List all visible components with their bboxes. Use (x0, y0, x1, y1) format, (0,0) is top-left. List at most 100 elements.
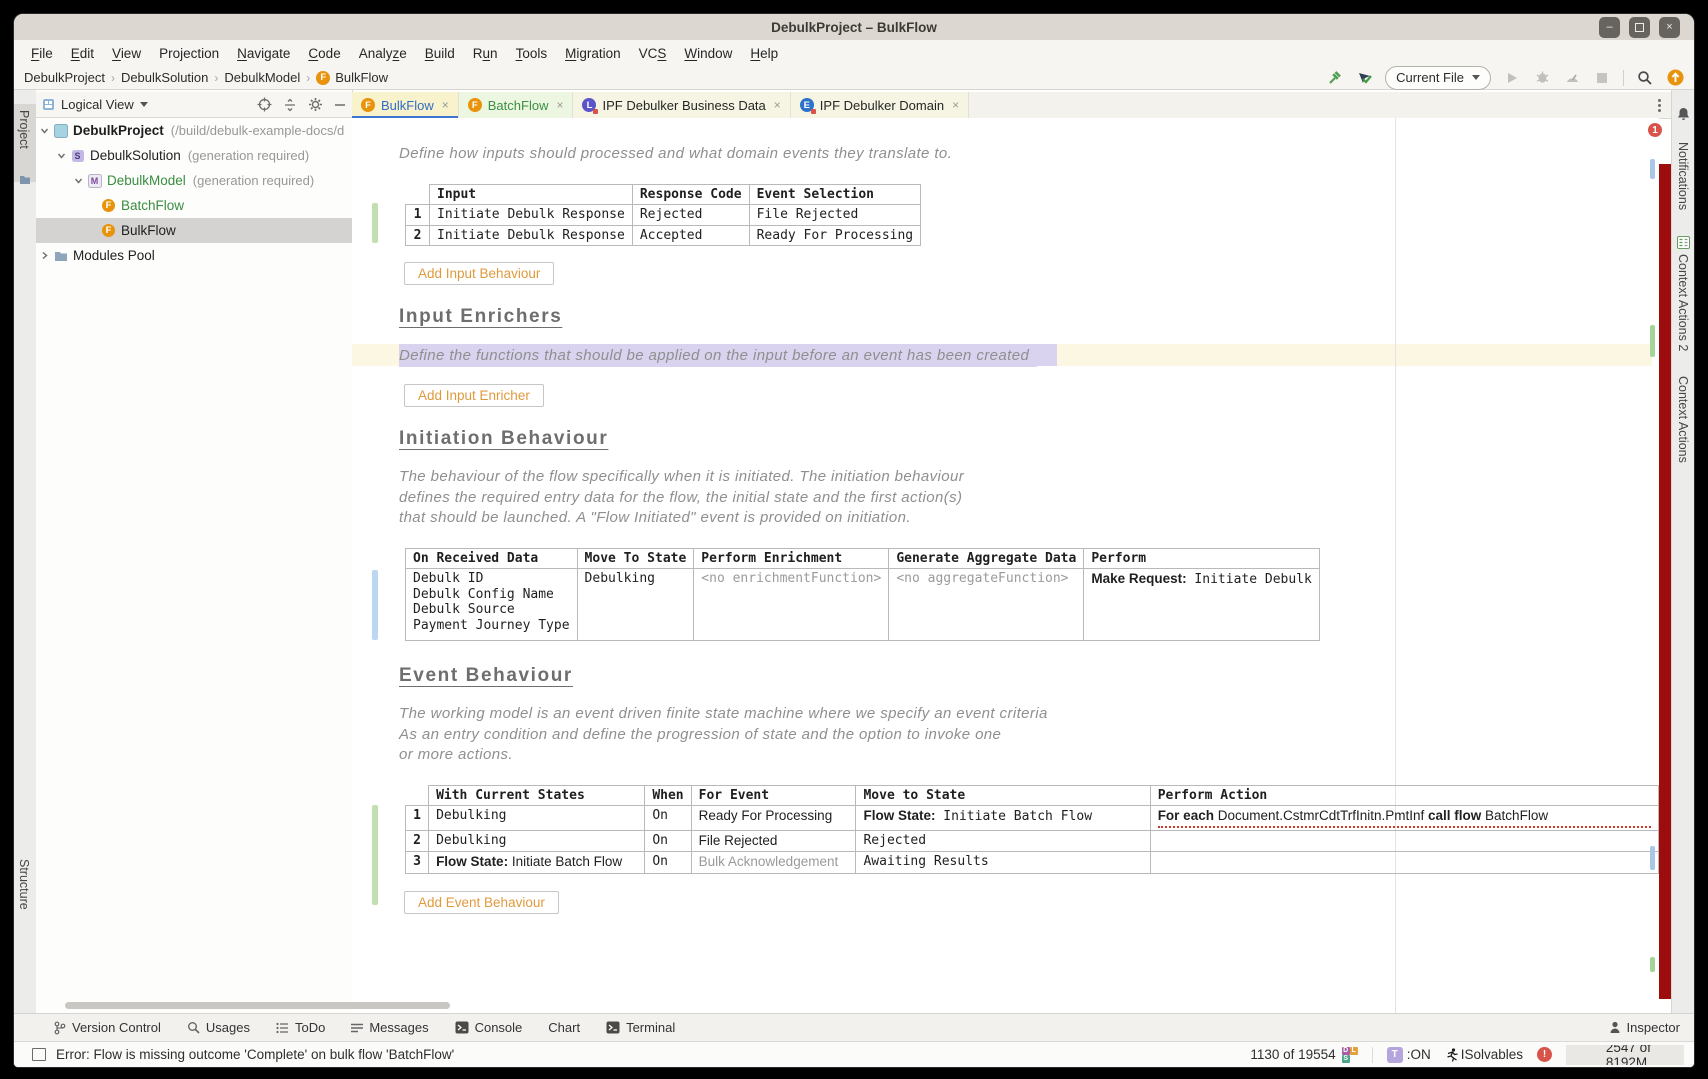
table-cell[interactable]: Debulking (429, 830, 645, 852)
add-input-enricher-button[interactable]: Add Input Enricher (404, 384, 544, 407)
menu-migration[interactable]: Migration (556, 46, 630, 61)
tool-stripe-project[interactable]: Project (17, 110, 31, 149)
menu-code[interactable]: Code (299, 46, 349, 61)
menu-window[interactable]: Window (675, 46, 741, 61)
tool-stripe-notifications[interactable]: Notifications (1676, 142, 1690, 210)
editor-tab-ipf-debulker-domain[interactable]: EIPF Debulker Domain× (791, 92, 969, 118)
table-cell[interactable]: On (645, 852, 691, 874)
close-icon[interactable]: × (774, 98, 781, 112)
run-icon[interactable] (1503, 69, 1521, 87)
search-everywhere-icon[interactable] (1636, 69, 1654, 87)
settings-gear-icon[interactable] (308, 97, 323, 112)
toolwindow-chart[interactable]: Chart (548, 1020, 580, 1035)
table-cell[interactable]: Ready For Processing (749, 225, 921, 246)
toolwindow-version-control[interactable]: Version Control (54, 1020, 161, 1035)
toolwindow-todo[interactable]: ToDo (276, 1020, 325, 1035)
tool-stripe-context-actions-2[interactable]: Context Actions 2 (1676, 254, 1690, 351)
breadcrumb-item[interactable]: DebulkSolution (121, 70, 208, 85)
stop-icon[interactable] (1593, 69, 1611, 87)
table-cell[interactable]: Flow State: Initiate Batch Flow (856, 806, 1150, 831)
maximize-button[interactable] (1629, 17, 1650, 38)
stripe-mark[interactable] (1650, 159, 1655, 179)
collapse-all-icon[interactable] (283, 98, 297, 112)
tool-stripe-context-actions[interactable]: Context Actions (1676, 376, 1690, 463)
table-cell[interactable] (1150, 852, 1658, 874)
table-cell[interactable]: Debulking (577, 569, 694, 641)
table-cell[interactable] (1150, 830, 1658, 852)
editor-tab-ipf-debulker-business-data[interactable]: LIPF Debulker Business Data× (573, 92, 790, 118)
toolwindow-messages[interactable]: Messages (351, 1020, 428, 1035)
tab-list-icon[interactable] (1656, 97, 1663, 114)
hide-panel-icon[interactable] (334, 99, 346, 111)
table-cell[interactable]: <no aggregateFunction> (889, 569, 1084, 641)
folder-icon[interactable] (19, 174, 31, 185)
toolwindow-terminal[interactable]: Terminal (606, 1020, 675, 1035)
tree-item-debulkproject[interactable]: DebulkProject(/build/debulk-example-docs… (36, 118, 352, 143)
table-cell[interactable]: On (645, 830, 691, 852)
menu-tools[interactable]: Tools (507, 46, 557, 61)
table-cell[interactable]: On (645, 806, 691, 831)
window-layout-icon[interactable] (32, 1048, 46, 1061)
build-check-icon[interactable] (1355, 69, 1373, 87)
close-icon[interactable]: × (952, 98, 959, 112)
breadcrumb-item[interactable]: DebulkModel (224, 70, 300, 85)
run-configuration-select[interactable]: Current File (1385, 66, 1491, 90)
menu-edit[interactable]: Edit (62, 46, 103, 61)
table-cell[interactable]: Awaiting Results (856, 852, 1150, 874)
menu-build[interactable]: Build (416, 46, 464, 61)
toolwindow-inspector[interactable]: Inspector (1609, 1020, 1680, 1035)
editor-tab-batchflow[interactable]: FBatchFlow× (459, 92, 574, 118)
tree-item-debulksolution[interactable]: SDebulkSolution(generation required) (36, 143, 352, 168)
chevron-down-icon[interactable] (72, 175, 84, 187)
table-cell[interactable]: File Rejected (749, 205, 921, 226)
add-event-behaviour-button[interactable]: Add Event Behaviour (404, 891, 559, 914)
menu-help[interactable]: Help (741, 46, 787, 61)
table-cell[interactable]: Rejected (856, 830, 1150, 852)
error-scroll-stripe[interactable] (1659, 164, 1671, 999)
horizontal-scrollbar[interactable] (65, 1002, 450, 1009)
menu-file[interactable]: File (22, 46, 62, 61)
table-cell[interactable]: Rejected (632, 205, 749, 226)
build-hammer-icon[interactable] (1325, 69, 1343, 87)
update-available-icon[interactable] (1666, 69, 1684, 87)
menu-analyze[interactable]: Analyze (350, 46, 416, 61)
table-cell[interactable]: Initiate Debulk Response (430, 205, 633, 226)
error-count-icon[interactable]: ! (1537, 1047, 1552, 1062)
table-cell[interactable]: Initiate Debulk Response (430, 225, 633, 246)
view-selector[interactable]: Logical View (61, 97, 134, 112)
menu-vcs[interactable]: VCS (630, 46, 676, 61)
tool-stripe-structure[interactable]: Structure (17, 859, 31, 910)
table-cell[interactable]: Make Request: Initiate Debulk (1084, 569, 1320, 641)
chevron-down-icon[interactable] (140, 102, 148, 107)
debug-icon[interactable] (1533, 69, 1551, 87)
close-icon[interactable]: × (556, 98, 563, 112)
chevron-right-icon[interactable] (38, 250, 50, 262)
close-icon[interactable]: × (442, 98, 449, 112)
toolwindow-usages[interactable]: Usages (187, 1020, 250, 1035)
minimize-button[interactable]: – (1599, 17, 1620, 38)
table-cell[interactable]: File Rejected (691, 830, 856, 852)
menu-projection[interactable]: Projection (150, 46, 228, 61)
stripe-mark[interactable] (1650, 846, 1655, 870)
memory-indicator[interactable]: 2547 of 8192M (1566, 1045, 1684, 1065)
table-cell[interactable]: Debulking (429, 806, 645, 831)
menu-run[interactable]: Run (464, 46, 507, 61)
locate-icon[interactable] (257, 97, 272, 112)
close-button[interactable]: × (1659, 17, 1680, 38)
tree-item-bulkflow[interactable]: FBulkFlow (36, 218, 352, 243)
chevron-down-icon[interactable] (38, 125, 50, 137)
stripe-mark[interactable] (1650, 325, 1655, 357)
table-cell[interactable]: Flow State: Initiate Batch Flow (429, 852, 645, 874)
breadcrumb-item[interactable]: DebulkProject (24, 70, 105, 85)
tree-item-debulkmodel[interactable]: MDebulkModel(generation required) (36, 168, 352, 193)
menu-navigate[interactable]: Navigate (228, 46, 299, 61)
menu-view[interactable]: View (103, 46, 150, 61)
add-input-behaviour-button[interactable]: Add Input Behaviour (404, 262, 554, 285)
table-cell[interactable]: Accepted (632, 225, 749, 246)
table-cell[interactable]: Bulk Acknowledgement (691, 852, 856, 874)
toolwindow-console[interactable]: Console (455, 1020, 523, 1035)
breadcrumb-current[interactable]: FBulkFlow (316, 70, 388, 85)
tree-item-batchflow[interactable]: FBatchFlow (36, 193, 352, 218)
stripe-mark[interactable] (1650, 957, 1655, 972)
table-cell[interactable]: For each Document.CstmrCdtTrfInitn.PmtIn… (1150, 806, 1658, 831)
